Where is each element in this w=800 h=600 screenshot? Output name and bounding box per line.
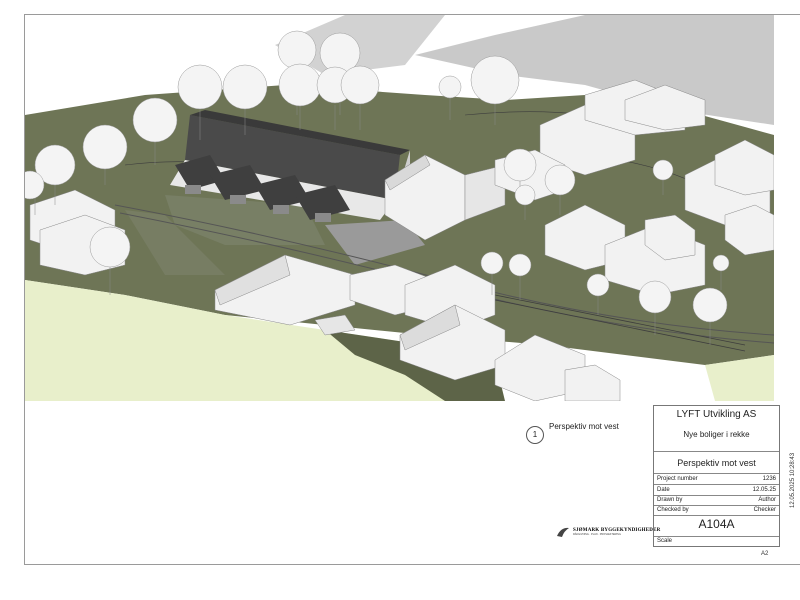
row-value: 1236 — [762, 476, 776, 482]
row-label: Drawn by — [657, 497, 683, 503]
view-number: 1 — [526, 426, 544, 444]
view-reference: 1 Perspektiv mot vest — [526, 422, 619, 444]
title-block: LYFT Utvikling AS Nye boliger i rekke Pe… — [653, 405, 780, 547]
client-name: LYFT Utvikling AS — [676, 409, 757, 420]
logo-tagline: RÅDGIVNING · PLAN · PROSJEKTERING — [573, 533, 621, 536]
view-title: Perspektiv mot vest — [549, 422, 619, 431]
row-label: Checked by — [657, 507, 689, 513]
row-value: 12.05.25 — [752, 487, 776, 493]
perspective-view[interactable] — [25, 15, 774, 401]
row-value: Checker — [753, 507, 776, 513]
date-row: Date 12.05.25 — [657, 485, 776, 495]
row-value: Author — [758, 497, 776, 503]
row-label: Date — [657, 487, 670, 493]
print-timestamp: 12.05.2025 10:28:43 — [790, 452, 796, 508]
project-number-row: Project number 1236 — [657, 474, 776, 484]
sheet-view-name: Perspektiv mot vest — [677, 458, 756, 468]
3d-perspective-drawing — [25, 15, 774, 401]
drawn-by-row: Drawn by Author — [657, 495, 776, 505]
company-logo: SJØMARK BYGGEKYNDIGHEDER RÅDGIVNING · PL… — [556, 526, 660, 538]
checked-by-row: Checked by Checker — [657, 505, 776, 515]
scale-label: Scale — [657, 538, 673, 544]
sheet-size: A2 — [761, 551, 769, 557]
row-label: Project number — [657, 476, 698, 482]
sheet-number: A104A — [698, 517, 735, 531]
project-name: Nye boliger i rekke — [683, 430, 750, 439]
logo-mark-icon — [557, 527, 569, 537]
